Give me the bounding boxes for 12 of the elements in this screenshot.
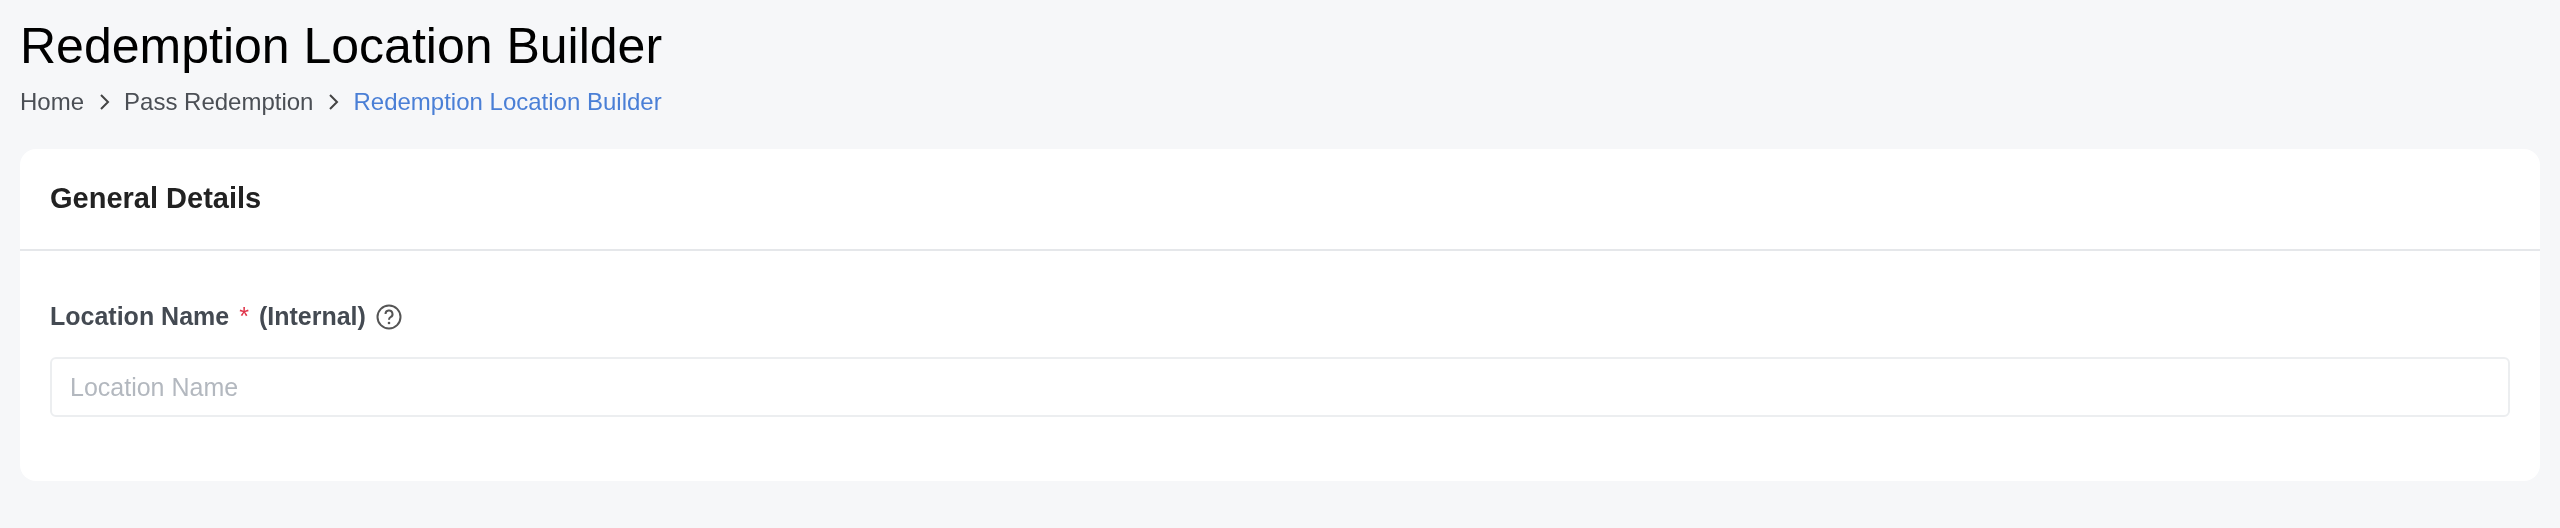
chevron-right-icon bbox=[327, 93, 340, 111]
breadcrumb-link[interactable]: Redemption Location Builder bbox=[353, 84, 662, 120]
card-title: General Details bbox=[50, 181, 262, 217]
chevron-right-icon bbox=[98, 93, 111, 111]
required-mark: * bbox=[239, 301, 249, 333]
field-label: Location Name bbox=[50, 301, 230, 333]
page-title: Redemption Location Builder bbox=[20, 17, 664, 76]
breadcrumb-link[interactable]: Home bbox=[20, 84, 85, 120]
location-name-field[interactable]: Location Name bbox=[50, 357, 2510, 417]
field-note: (Internal) bbox=[258, 301, 366, 333]
help-icon[interactable] bbox=[375, 304, 402, 330]
breadcrumb-link[interactable]: Pass Redemption bbox=[124, 84, 314, 120]
